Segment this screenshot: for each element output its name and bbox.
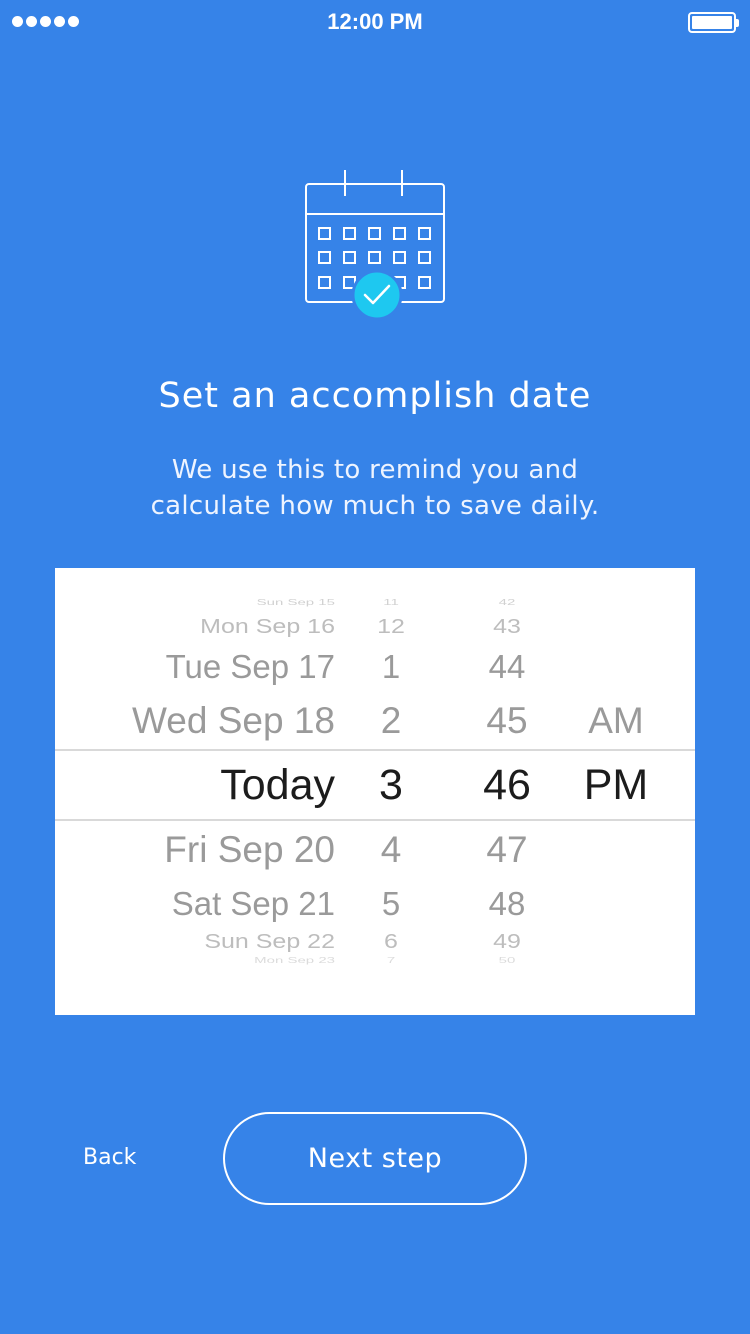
picker-minute: 45 [486, 700, 528, 741]
picker-hour: 5 [381, 885, 401, 922]
picker-minute: 43 [493, 615, 521, 638]
picker-date: Mon Sep 23 [254, 956, 335, 966]
picker-minute: 44 [488, 648, 526, 685]
subtitle-line-2: calculate how much to save daily. [150, 491, 600, 521]
picker-date: Sun Sep 22 [204, 930, 335, 953]
picker-hour: 11 [383, 598, 399, 608]
picker-row[interactable]: Mon Sep 23 7 50 [55, 956, 695, 965]
picker-row[interactable]: Sun Sep 22 6 49 [55, 930, 695, 953]
selection-divider-top [55, 749, 695, 751]
picker-hour: 7 [386, 956, 396, 966]
picker-date: Sat Sep 21 [171, 885, 335, 922]
picker-row[interactable]: Sat Sep 21 5 48 [55, 885, 695, 922]
picker-hour: 1 [381, 648, 401, 685]
picker-row[interactable]: Mon Sep 16 12 43 [55, 615, 695, 638]
date-time-picker[interactable]: Sun Sep 15 11 42 Mon Sep 16 12 43 Tue Se… [55, 568, 695, 1015]
picker-minute: 50 [498, 956, 516, 966]
picker-date: Tue Sep 17 [165, 648, 335, 685]
picker-hour: 4 [380, 829, 402, 870]
subtitle-line-1: We use this to remind you and [171, 455, 579, 485]
picker-date: Sun Sep 15 [256, 598, 335, 608]
picker-ampm: AM [588, 700, 644, 741]
calendar-check-icon [300, 168, 450, 324]
status-time: 12:00 PM [327, 9, 423, 34]
back-button[interactable]: Back [83, 1145, 136, 1170]
picker-row[interactable]: Tue Sep 17 1 44 [55, 648, 695, 685]
picker-hour: 2 [380, 700, 402, 741]
picker-date: Mon Sep 16 [200, 615, 335, 638]
picker-minute: 47 [486, 829, 528, 870]
page-title: Set an accomplish date [158, 376, 592, 416]
next-step-label: Next step [307, 1143, 443, 1174]
picker-date: Fri Sep 20 [164, 829, 335, 870]
next-step-button[interactable]: Next step [223, 1112, 527, 1205]
picker-row-selected[interactable]: Today 3 46 PM [55, 761, 695, 809]
picker-minute: 49 [493, 930, 521, 953]
picker-minute: 48 [488, 885, 526, 922]
picker-row[interactable]: Wed Sep 18 2 45 AM [55, 700, 695, 741]
picker-minute: 42 [498, 598, 516, 608]
picker-hour: 12 [377, 615, 405, 638]
picker-date: Wed Sep 18 [132, 700, 335, 741]
page-subtitle: We use this to remind you and calculate … [0, 452, 750, 524]
picker-date: Today [220, 761, 335, 809]
picker-row[interactable]: Sun Sep 15 11 42 [55, 598, 695, 607]
picker-minute: 46 [483, 761, 531, 809]
battery-icon [688, 12, 739, 33]
picker-ampm: PM [583, 761, 649, 809]
picker-hour: 6 [384, 930, 398, 953]
status-bar: 12:00 PM [0, 0, 750, 44]
picker-hour: 3 [379, 761, 403, 809]
selection-divider-bottom [55, 819, 695, 821]
picker-row[interactable]: Fri Sep 20 4 47 [55, 829, 695, 870]
